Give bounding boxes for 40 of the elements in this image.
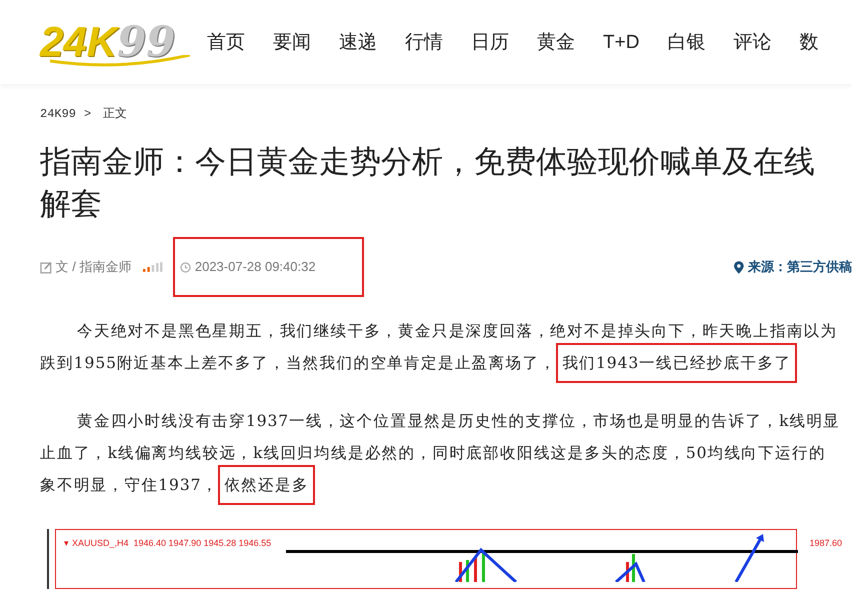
edit-icon [40,260,53,274]
breadcrumb-link[interactable]: 24K99 [40,105,76,123]
trend-line [615,562,646,582]
paragraph-text: 象不明显，守住1937， [40,476,218,494]
dropdown-marker: ▾ [64,538,69,548]
candle [459,562,462,582]
breadcrumb-separator: > [84,106,92,123]
highlighted-text: 依然还是多 [224,476,309,494]
trend-line [454,548,518,582]
nav-link[interactable]: 要闻 [273,32,311,52]
author: 文 / 指南金师 [56,258,132,276]
nav-link[interactable]: 首页 [207,32,245,52]
trend-arrow [734,534,764,582]
candle [474,557,477,582]
nav-link[interactable]: 日历 [471,32,509,52]
paragraph-text: 止血了，k线偏离均线较远，k线回归均线是必然的，同时底部收阳线这是多头的态度，50均线向下运行的 [40,444,826,462]
source-label: 来源：第三方供稿 [748,258,852,276]
nav-link[interactable]: T+D [603,32,640,52]
nav-link[interactable]: 黄金 [537,32,575,52]
publish-date: 2023-07-28 09:40:32 [194,258,316,276]
nav-link[interactable]: 行情 [405,32,443,52]
candle [626,562,629,582]
candle [632,554,635,582]
paragraph-text: 今天绝对不是黑色星期五，我们继续干多，黄金只是深度回落，绝对不是掉头向下，昨天晚上指南以为 [77,322,838,340]
nav-link[interactable]: 白银 [667,32,706,52]
nav-link[interactable]: 评论 [733,32,772,52]
breadcrumb-current: 正文 [103,106,128,123]
signal-bars-icon [143,262,163,272]
highlighted-text: 我们1943一线已经抄底干多了 [562,354,792,372]
article-title: 指南金师：今日黄金走势分析，免费体验现价喊单及在线解套 [40,143,816,223]
price-label: 1987.60 [809,537,842,550]
nav-link[interactable]: 数 [799,32,818,52]
candle [482,552,485,582]
paragraph-text: 黄金四小时线没有击穿1937一线，这个位置显然是历史性的支撑位，市场也是明显的告诉了，k线明显 [77,412,840,430]
paragraph-text: 跌到1955附近基本上差不多了，当然我们的空单肯定是止盈离场了， [40,354,556,372]
chart-header: XAUUSD_,H4 1946.40 1947.90 1945.28 1946.55 [72,538,272,548]
clock-icon [180,262,191,272]
nav-link[interactable]: 速递 [339,32,377,52]
candle [466,560,469,582]
location-pin-icon [734,260,744,274]
